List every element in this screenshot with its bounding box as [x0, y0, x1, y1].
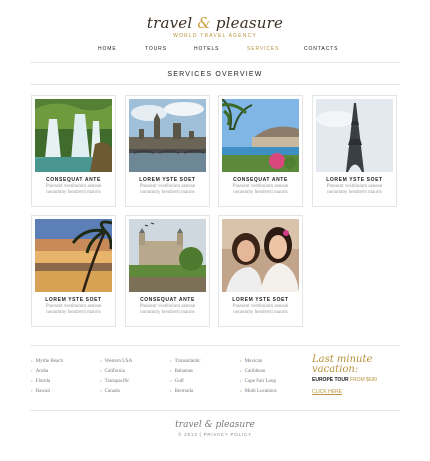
card-text: Praesent vestibulum aenean nonummy hendr…: [45, 304, 102, 315]
card-title[interactable]: CONSEQUAT ANTE: [126, 297, 209, 303]
offer-line: EUROPE TOUR FROM $690: [312, 377, 377, 383]
footer-links-col-1: › Myrtle Beach › Aruba › Florida › Hawaii: [31, 357, 63, 397]
chevron-right-icon: ›: [240, 359, 242, 364]
london-parliament-image[interactable]: [129, 99, 206, 172]
footer-link[interactable]: › Western USA: [100, 357, 132, 367]
card-title[interactable]: LOREM YSTE SOET: [32, 297, 115, 303]
chevron-right-icon: ›: [31, 369, 33, 374]
nav-contacts[interactable]: CONTACTS: [304, 46, 338, 52]
palm-beach-sunset-image[interactable]: [35, 219, 112, 292]
logo-word-travel: travel: [146, 14, 193, 32]
coastal-town-image[interactable]: [222, 99, 299, 172]
card-text: Praesent vestibulum aenean nonummy hendr…: [232, 184, 289, 195]
service-card[interactable]: CONSEQUAT ANTE Praesent vestibulum aenea…: [218, 95, 303, 207]
service-card[interactable]: CONSEQUAT ANTE Praesent vestibulum aenea…: [125, 215, 210, 327]
offer-price: FROM $690: [349, 377, 378, 383]
card-title[interactable]: LOREM YSTE SOET: [126, 177, 209, 183]
header-divider: [30, 62, 400, 63]
card-text: Praesent vestibulum aenean nonummy hendr…: [232, 304, 289, 315]
chevron-right-icon: ›: [170, 369, 172, 374]
chevron-right-icon: ›: [170, 379, 172, 384]
nav-services[interactable]: SERVICES: [247, 46, 279, 52]
footer-links-col-3: › Transatlantic › Bahamas › Gulf › Bermuda: [170, 357, 201, 397]
footer-link[interactable]: › Transpacific: [100, 377, 132, 387]
logo-word-pleasure: pleasure: [215, 14, 284, 32]
service-card[interactable]: LOREM YSTE SOET Praesent vestibulum aene…: [31, 215, 116, 327]
chevron-right-icon: ›: [31, 389, 33, 394]
footer-link[interactable]: › Multi Locations: [240, 387, 277, 397]
last-minute-heading: Last minute vacation:: [312, 355, 372, 375]
card-title[interactable]: CONSEQUAT ANTE: [32, 177, 115, 183]
footer-link[interactable]: › Caribbean: [240, 367, 277, 377]
service-card[interactable]: LOREM YSTE SOET Praesent vestibulum aene…: [312, 95, 397, 207]
footer-link[interactable]: › Bermuda: [170, 387, 201, 397]
bottom-divider: [30, 410, 400, 411]
offer-name: EUROPE TOUR: [312, 377, 349, 383]
card-text: Praesent vestibulum aenean nonummy hendr…: [139, 184, 196, 195]
section-title: SERVICES OVERVIEW: [167, 71, 263, 78]
footer-divider: [30, 345, 400, 346]
footer-link[interactable]: › Cape Fair Loop: [240, 377, 277, 387]
card-text: Praesent vestibulum aenean nonummy hendr…: [326, 184, 383, 195]
footer-link[interactable]: › Aruba: [31, 367, 63, 377]
card-title[interactable]: CONSEQUAT ANTE: [219, 177, 302, 183]
card-text: Praesent vestibulum aenean nonummy hendr…: [45, 184, 102, 195]
eiffel-tower-image[interactable]: [316, 99, 393, 172]
section-divider: [30, 84, 400, 85]
chevron-right-icon: ›: [240, 379, 242, 384]
service-card[interactable]: CONSEQUAT ANTE Praesent vestibulum aenea…: [31, 95, 116, 207]
chevron-right-icon: ›: [100, 359, 102, 364]
card-title[interactable]: LOREM YSTE SOET: [313, 177, 396, 183]
footer-links-col-4: › Mexican › Caribbean › Cape Fair Loop › Mul…: [240, 357, 277, 397]
footer-link[interactable]: › Hawaii: [31, 387, 63, 397]
chevron-right-icon: ›: [31, 359, 33, 364]
card-title[interactable]: LOREM YSTE SOET: [219, 297, 302, 303]
footer-link[interactable]: › Transatlantic: [170, 357, 201, 367]
footer-link[interactable]: › California: [100, 367, 132, 377]
footer-link[interactable]: › Myrtle Beach: [31, 357, 63, 367]
nav-tours[interactable]: TOURS: [145, 46, 167, 52]
site-logo[interactable]: travel & pleasure WORLD TRAVEL AGENCY: [0, 14, 430, 39]
two-women-image[interactable]: [222, 219, 299, 292]
click-here-link[interactable]: CLICK HERE: [312, 389, 342, 395]
main-nav: HOME TOURS HOTELS SERVICES CONTACTS: [0, 46, 430, 54]
chevron-right-icon: ›: [170, 359, 172, 364]
nav-hotels[interactable]: HOTELS: [194, 46, 219, 52]
chevron-right-icon: ›: [240, 389, 242, 394]
footer-logo[interactable]: travel & pleasure: [0, 420, 430, 430]
copyright-text[interactable]: © 2013 | PRIVACY POLICY: [0, 432, 430, 437]
logo-tagline: WORLD TRAVEL AGENCY: [173, 33, 257, 39]
card-text: Praesent vestibulum aenean nonummy hendr…: [139, 304, 196, 315]
logo-text: travel & pleasure: [0, 14, 430, 32]
waterfall-image[interactable]: [35, 99, 112, 172]
footer-link[interactable]: › Florida: [31, 377, 63, 387]
chevron-right-icon: ›: [31, 379, 33, 384]
chevron-right-icon: ›: [100, 369, 102, 374]
service-card[interactable]: LOREM YSTE SOET Praesent vestibulum aene…: [218, 215, 303, 327]
chevron-right-icon: ›: [240, 369, 242, 374]
footer-link[interactable]: › Canada: [100, 387, 132, 397]
footer-link[interactable]: › Bahamas: [170, 367, 201, 377]
logo-ampersand: &: [197, 14, 211, 32]
chevron-right-icon: ›: [100, 379, 102, 384]
service-card[interactable]: LOREM YSTE SOET Praesent vestibulum aene…: [125, 95, 210, 207]
footer-link[interactable]: › Mexican: [240, 357, 277, 367]
footer-link[interactable]: › Gulf: [170, 377, 201, 387]
tower-of-london-image[interactable]: [129, 219, 206, 292]
footer-links-col-2: › Western USA › California › Transpacific ›…: [100, 357, 132, 397]
nav-home[interactable]: HOME: [98, 46, 117, 52]
chevron-right-icon: ›: [170, 389, 172, 394]
chevron-right-icon: ›: [100, 389, 102, 394]
last-minute-line-2: vacation:: [312, 364, 359, 375]
